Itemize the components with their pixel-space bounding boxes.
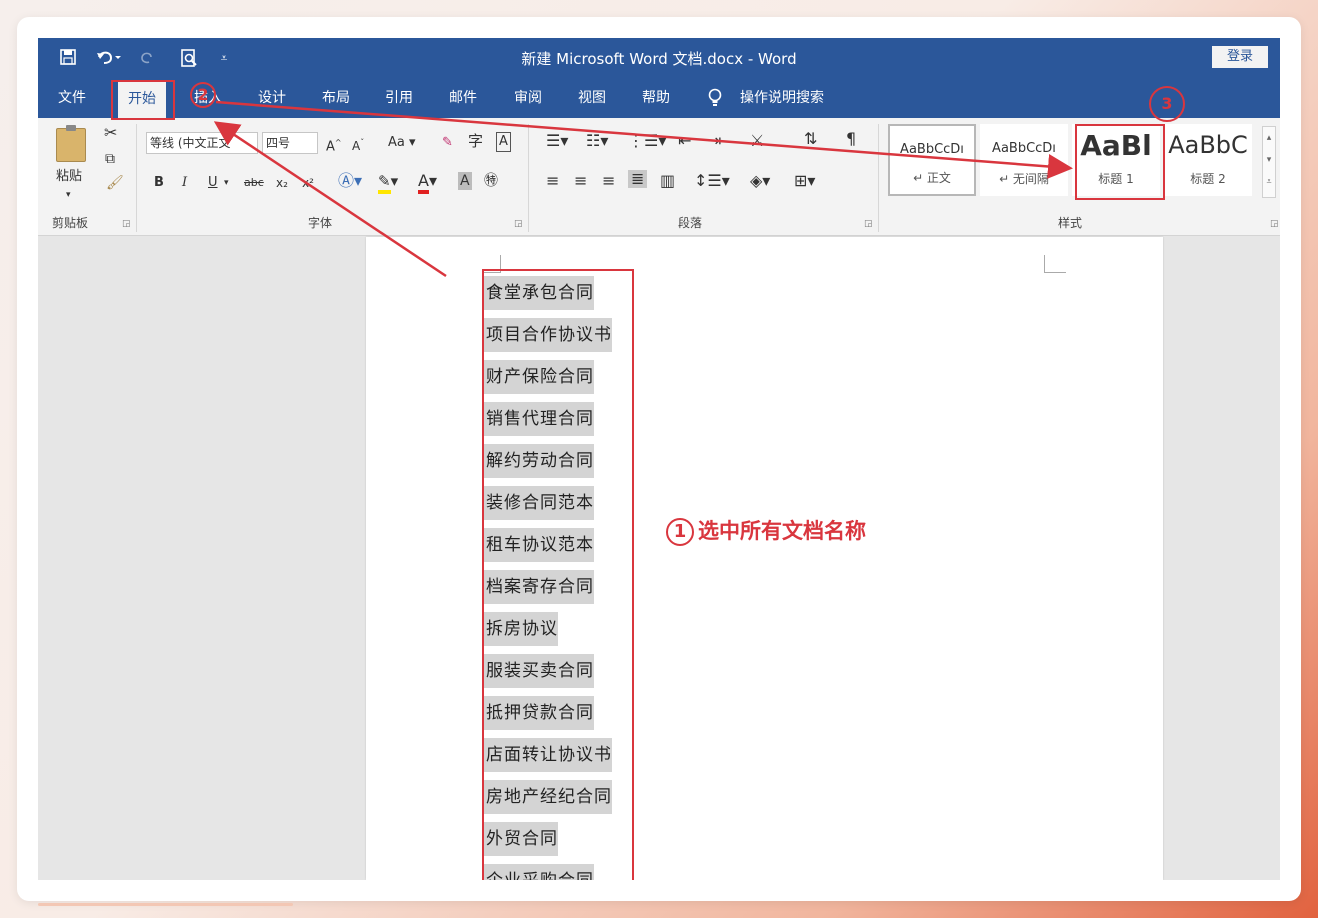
shrink-font-icon[interactable]: Aˇ xyxy=(352,134,364,155)
highlight-icon[interactable]: ✎▾ xyxy=(378,172,398,194)
decorative-underline xyxy=(38,903,293,906)
change-case-label: Aa xyxy=(388,135,405,150)
text-effects-icon[interactable]: Ⓐ▾ xyxy=(338,172,362,190)
styles-launcher-icon[interactable]: ◲ xyxy=(1270,219,1279,229)
paste-icon[interactable] xyxy=(56,125,86,162)
decrease-indent-icon[interactable]: ⇤ xyxy=(678,132,691,150)
superscript-button[interactable]: x² xyxy=(302,174,314,192)
screenshot-card: ⩡ 新建 Microsoft Word 文档.docx - Word 登录 文件… xyxy=(17,17,1301,901)
font-color-icon[interactable]: A▾ xyxy=(418,171,437,194)
copy-icon[interactable]: ⧉ xyxy=(105,150,115,168)
style-sample: AaBbCcDı xyxy=(992,141,1056,156)
document-title: 新建 Microsoft Word 文档.docx - Word xyxy=(521,50,797,68)
font-name-dropdown[interactable]: 等线 (中文正文 xyxy=(146,132,258,154)
line-spacing-icon[interactable]: ↕☰▾ xyxy=(694,172,730,190)
paragraph-launcher-icon[interactable]: ◲ xyxy=(864,219,873,229)
style-heading-2[interactable]: AaBbC 标题 2 xyxy=(1164,124,1252,196)
tab-mailings[interactable]: 邮件 xyxy=(449,78,477,118)
paragraph-group-label: 段落 xyxy=(678,216,703,230)
align-center-icon[interactable]: ≡ xyxy=(574,172,587,190)
increase-indent-icon[interactable]: ⇥ xyxy=(708,132,721,150)
clipboard-launcher-icon[interactable]: ◲ xyxy=(122,219,131,229)
shading-icon[interactable]: ◈▾ xyxy=(750,172,770,190)
step2-marker: 2 xyxy=(190,82,216,108)
home-tab-highlight xyxy=(111,80,175,120)
tab-references[interactable]: 引用 xyxy=(385,78,413,118)
style-name: ↵ 无间隔 xyxy=(999,172,1049,186)
styles-group-label: 样式 xyxy=(1058,216,1083,230)
selection-highlight-box xyxy=(482,269,634,880)
tab-help[interactable]: 帮助 xyxy=(642,78,670,118)
style-name: 标题 2 xyxy=(1190,172,1226,186)
paste-button[interactable]: 粘贴 xyxy=(56,168,82,186)
clipboard-group-label: 剪贴板 xyxy=(52,216,89,230)
ribbon-tabs: 文件 开始 插入 设计 布局 引用 邮件 审阅 视图 帮助 操作说明搜索 xyxy=(38,78,1280,118)
styles-scroll[interactable]: ▴ ▾ ⩡ xyxy=(1262,126,1276,198)
paste-dropdown-icon[interactable]: ▾ xyxy=(66,186,71,204)
styles-gallery: AaBbCcDı ↵ 正文 AaBbCcDı ↵ 无间隔 AaBl 标题 1 A… xyxy=(888,124,1260,202)
style-sample: AaBbCcDı xyxy=(900,142,964,157)
bullets-icon[interactable]: ☰▾ xyxy=(546,132,568,150)
tab-review[interactable]: 审阅 xyxy=(514,78,542,118)
heading1-highlight xyxy=(1075,124,1165,200)
tell-me-search[interactable]: 操作说明搜索 xyxy=(740,78,824,118)
lightbulb-icon xyxy=(708,88,722,108)
underline-button[interactable]: U xyxy=(208,174,218,192)
show-marks-icon[interactable]: ¶ xyxy=(846,130,856,148)
style-name: ↵ 正文 xyxy=(913,171,951,185)
justify-icon[interactable]: ≣ xyxy=(628,170,648,188)
style-sample: AaBbC xyxy=(1168,131,1248,159)
group-separator xyxy=(528,124,529,232)
distributed-icon[interactable]: ▥ xyxy=(660,172,675,190)
font-launcher-icon[interactable]: ◲ xyxy=(514,219,523,229)
tab-view[interactable]: 视图 xyxy=(578,78,606,118)
bold-button[interactable]: B xyxy=(154,174,164,192)
character-shading-icon[interactable]: A xyxy=(458,172,472,190)
title-bar: ⩡ 新建 Microsoft Word 文档.docx - Word 登录 xyxy=(38,38,1280,78)
borders-icon[interactable]: ⊞▾ xyxy=(794,172,815,190)
step1-number: 1 xyxy=(666,518,694,546)
tab-layout[interactable]: 布局 xyxy=(322,78,350,118)
grow-font-icon[interactable]: A^ xyxy=(326,134,342,156)
enclose-characters-icon[interactable]: ㊕ xyxy=(484,172,498,190)
step1-text: 选中所有文档名称 xyxy=(698,519,866,543)
underline-dropdown-icon[interactable]: ▾ xyxy=(224,174,229,192)
tab-design[interactable]: 设计 xyxy=(258,78,286,118)
multilevel-list-icon[interactable]: ⋮☰▾ xyxy=(628,132,666,150)
step3-marker: 3 xyxy=(1149,86,1185,122)
style-normal[interactable]: AaBbCcDı ↵ 正文 xyxy=(888,124,976,196)
clear-formatting-icon[interactable]: ✎ xyxy=(442,134,453,152)
margin-corner-mark xyxy=(1044,255,1066,273)
word-window: ⩡ 新建 Microsoft Word 文档.docx - Word 登录 文件… xyxy=(38,38,1280,880)
change-case-button[interactable]: Aa ▾ xyxy=(388,134,416,152)
subscript-button[interactable]: x₂ xyxy=(276,174,288,192)
font-size-dropdown[interactable]: 四号 xyxy=(262,132,318,154)
font-name-value: 等线 (中文正文 xyxy=(150,136,231,150)
italic-button[interactable]: I xyxy=(182,174,187,192)
character-border-icon[interactable]: A xyxy=(496,132,511,152)
align-right-icon[interactable]: ≡ xyxy=(602,172,615,190)
group-separator xyxy=(136,124,137,232)
cut-icon[interactable]: ✂ xyxy=(104,124,117,142)
chinese-layout-icon[interactable]: ⚔ xyxy=(750,132,764,150)
group-separator xyxy=(878,124,879,232)
numbering-icon[interactable]: ☷▾ xyxy=(586,132,608,150)
font-group-label: 字体 xyxy=(308,216,333,230)
step1-annotation: 1 选中所有文档名称 xyxy=(666,515,866,546)
format-painter-icon[interactable]: 🖌 xyxy=(106,174,124,192)
align-left-icon[interactable]: ≡ xyxy=(546,172,559,190)
tab-file[interactable]: 文件 xyxy=(58,78,86,118)
style-no-spacing[interactable]: AaBbCcDı ↵ 无间隔 xyxy=(980,124,1068,196)
font-size-value: 四号 xyxy=(266,136,291,150)
sort-icon[interactable]: ⇅ xyxy=(804,130,817,148)
strikethrough-button[interactable]: abc xyxy=(244,174,264,192)
phonetic-guide-icon[interactable]: 字 xyxy=(468,132,483,150)
login-button[interactable]: 登录 xyxy=(1212,46,1268,68)
document-area: 食堂承包合同 项目合作协议书 财产保险合同 销售代理合同 解约劳动合同 装修合同… xyxy=(38,237,1280,880)
